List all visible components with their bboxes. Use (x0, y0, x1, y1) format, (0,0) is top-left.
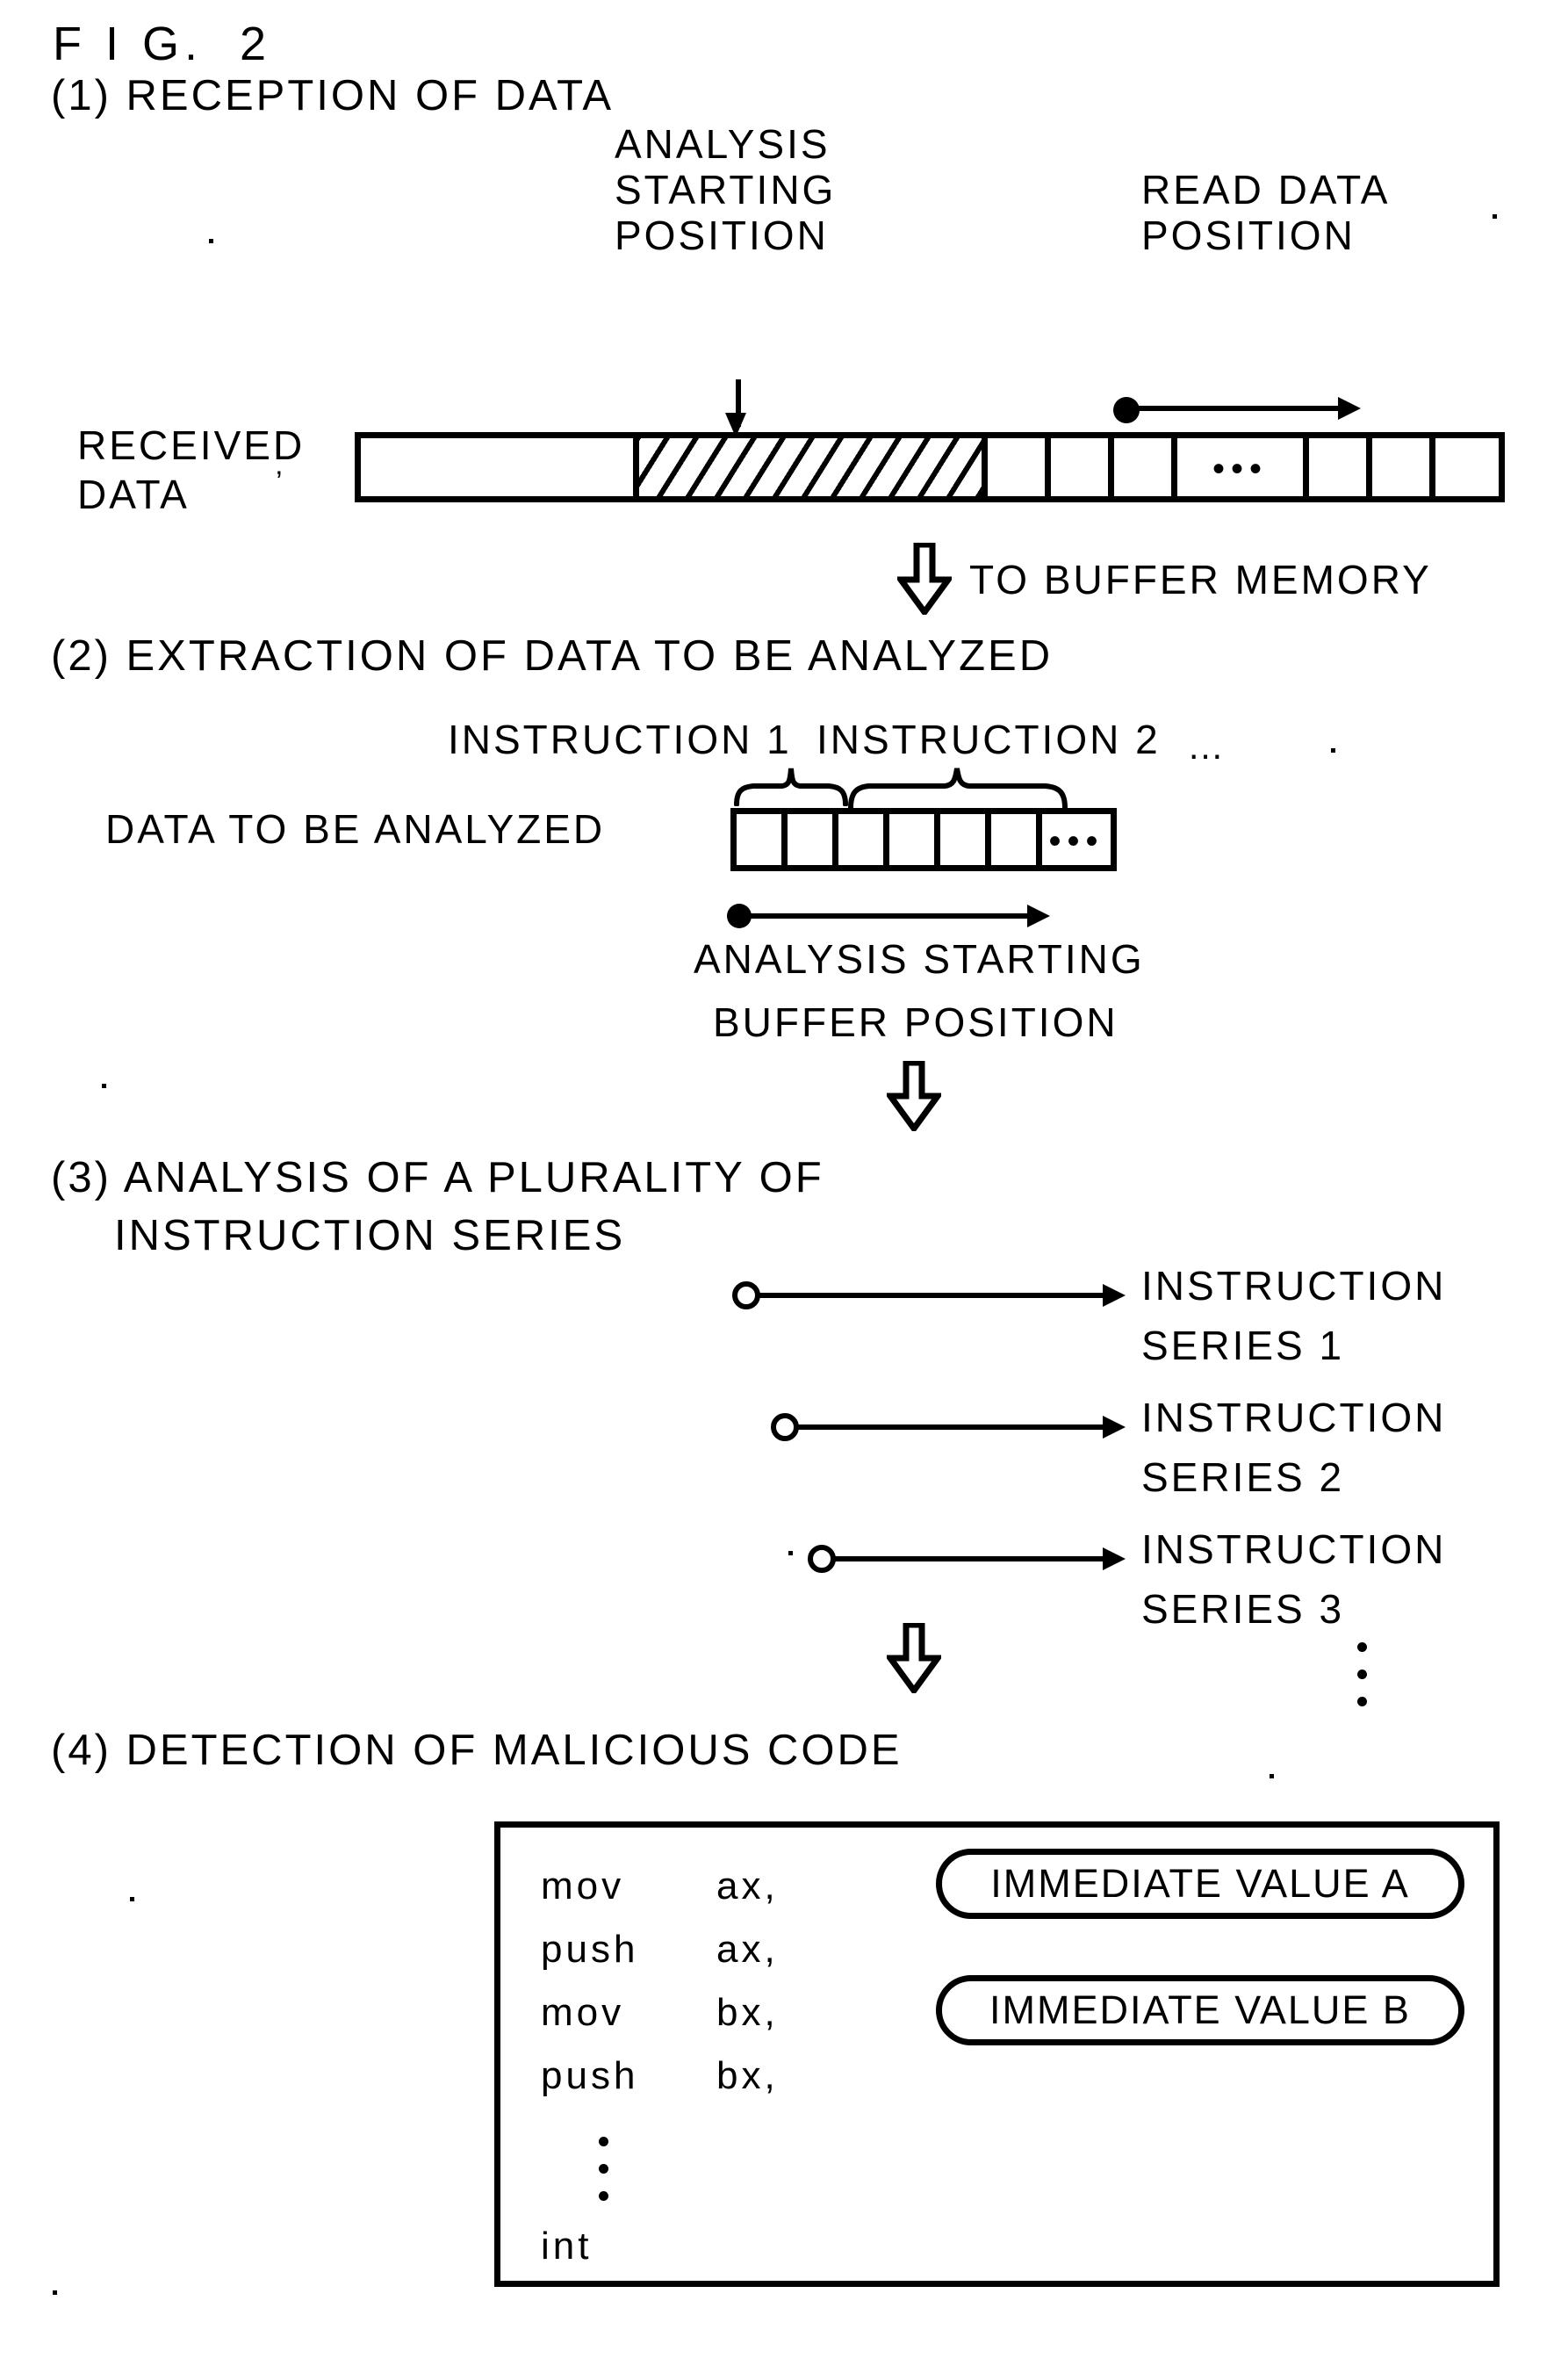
step3-to-step4-arrow-icon (884, 1621, 944, 1698)
patent-figure-page: F I G. 2 (1) RECEPTION OF DATA ANALYSIS … (0, 0, 1561, 2380)
step-3-heading-line2: INSTRUCTION SERIES (114, 1212, 626, 1259)
step2-to-step3-arrow-icon (884, 1059, 944, 1136)
to-buffer-memory-arrow-icon (895, 541, 954, 619)
received-data-cell (1114, 438, 1177, 496)
scan-speck (1493, 214, 1497, 219)
analysis-starting-position-line2: STARTING (615, 167, 837, 213)
read-data-position-line2: POSITION (1141, 213, 1356, 258)
read-data-position-arrowhead (1338, 397, 1361, 420)
instruction-series-3-line1: INSTRUCTION (1141, 1526, 1447, 1572)
analysis-starting-buffer-line1: ANALYSIS STARTING (694, 936, 1145, 982)
scan-speck (788, 1551, 793, 1555)
analysis-starting-buffer-arrowhead (1027, 905, 1050, 927)
instruction-more-label: … (1187, 725, 1226, 767)
instruction-series-1-arrowhead (1103, 1284, 1126, 1307)
scan-speck (53, 2290, 57, 2295)
received-data-label-line1: RECEIVED (77, 422, 306, 468)
instruction-2-label: INSTRUCTION 2 (816, 717, 1161, 762)
scan-speck (130, 1897, 134, 1901)
immediate-value-a-pill: IMMEDIATE VALUE A (936, 1849, 1464, 1919)
instruction-series-vertical-ellipsis (1357, 1642, 1368, 1724)
code-line-4-mnemonic: push (541, 2054, 639, 2097)
code-vertical-ellipsis (599, 2137, 609, 2218)
received-data-cell (1051, 438, 1114, 496)
scan-speck (102, 1084, 106, 1088)
instruction-series-1-line1: INSTRUCTION (1141, 1263, 1447, 1309)
received-data-unanalyzed-segment (361, 438, 633, 496)
immediate-value-b-pill: IMMEDIATE VALUE B (936, 1975, 1464, 2045)
analysis-starting-position-line3: POSITION (615, 213, 829, 258)
code-line-2-mnemonic: push (541, 1928, 639, 1971)
analysis-starting-buffer-arrow-line (746, 913, 1032, 919)
analyzed-data-cell (737, 814, 788, 865)
data-to-be-analyzed-label: DATA TO BE ANALYZED (105, 806, 606, 852)
received-data-hatched-segment (632, 438, 988, 496)
scan-speck (1331, 748, 1335, 753)
malicious-code-box: mov ax, push ax, mov bx, push bx, int IM… (494, 1821, 1500, 2287)
step-1-heading: (1) RECEPTION OF DATA (51, 72, 615, 119)
scan-speck (1270, 1774, 1274, 1778)
received-data-cell (1372, 438, 1435, 496)
read-data-position-arrow-line (1134, 406, 1343, 411)
code-last-line: int (541, 2225, 593, 2268)
instruction-series-3-arrow-line (832, 1556, 1108, 1561)
received-data-bar: ••• (355, 432, 1505, 502)
instruction-series-2-line2: SERIES 2 (1141, 1454, 1345, 1500)
instruction-series-2-arrowhead (1103, 1416, 1126, 1439)
code-line-3-operand: bx, (716, 1991, 779, 2034)
received-data-label-line2: DATA (77, 472, 190, 517)
received-data-ellipsis-cell: ••• (1177, 438, 1309, 496)
instruction-series-1-arrow-line (757, 1293, 1108, 1298)
instruction-1-label: INSTRUCTION 1 (448, 717, 792, 762)
step-4-heading: (4) DETECTION OF MALICIOUS CODE (51, 1727, 903, 1774)
read-data-position-line1: READ DATA (1141, 167, 1391, 213)
analyzed-data-cell (889, 814, 940, 865)
code-line-3-mnemonic: mov (541, 1991, 625, 2034)
analyzed-data-cell (991, 814, 1042, 865)
received-data-cell-group-left: ••• (988, 438, 1499, 496)
analyzed-data-cell (940, 814, 991, 865)
instruction-1-brace (734, 766, 848, 811)
step-2-heading: (2) EXTRACTION OF DATA TO BE ANALYZED (51, 632, 1054, 680)
scan-speck (209, 239, 213, 243)
to-buffer-memory-label: TO BUFFER MEMORY (969, 557, 1432, 602)
analyzed-data-cell (788, 814, 838, 865)
instruction-series-2-arrow-line (795, 1424, 1108, 1430)
analyzed-data-ellipsis-cell: ••• (1042, 814, 1111, 865)
instruction-series-2-line1: INSTRUCTION (1141, 1395, 1447, 1440)
instruction-series-3-arrowhead (1103, 1547, 1126, 1570)
analysis-starting-buffer-line2: BUFFER POSITION (713, 999, 1119, 1045)
analysis-starting-position-line1: ANALYSIS (615, 121, 831, 167)
received-data-cell (1309, 438, 1372, 496)
figure-title: F I G. 2 (53, 18, 272, 70)
analyzed-data-cell (838, 814, 889, 865)
code-line-2-operand: ax, (716, 1928, 779, 1971)
code-line-1-operand: ax, (716, 1864, 779, 1908)
step-3-heading: (3) ANALYSIS OF A PLURALITY OF (51, 1154, 824, 1201)
code-line-1-mnemonic: mov (541, 1864, 625, 1908)
received-data-cell (1435, 438, 1499, 496)
instruction-2-brace (848, 766, 1068, 814)
instruction-series-3-line2: SERIES 3 (1141, 1586, 1345, 1632)
instruction-series-1-line2: SERIES 1 (1141, 1323, 1345, 1368)
received-data-leader-mark: ’ (276, 465, 284, 499)
received-data-cell (988, 438, 1051, 496)
data-to-be-analyzed-bar: ••• (730, 808, 1117, 871)
code-line-4-operand: bx, (716, 2054, 779, 2097)
